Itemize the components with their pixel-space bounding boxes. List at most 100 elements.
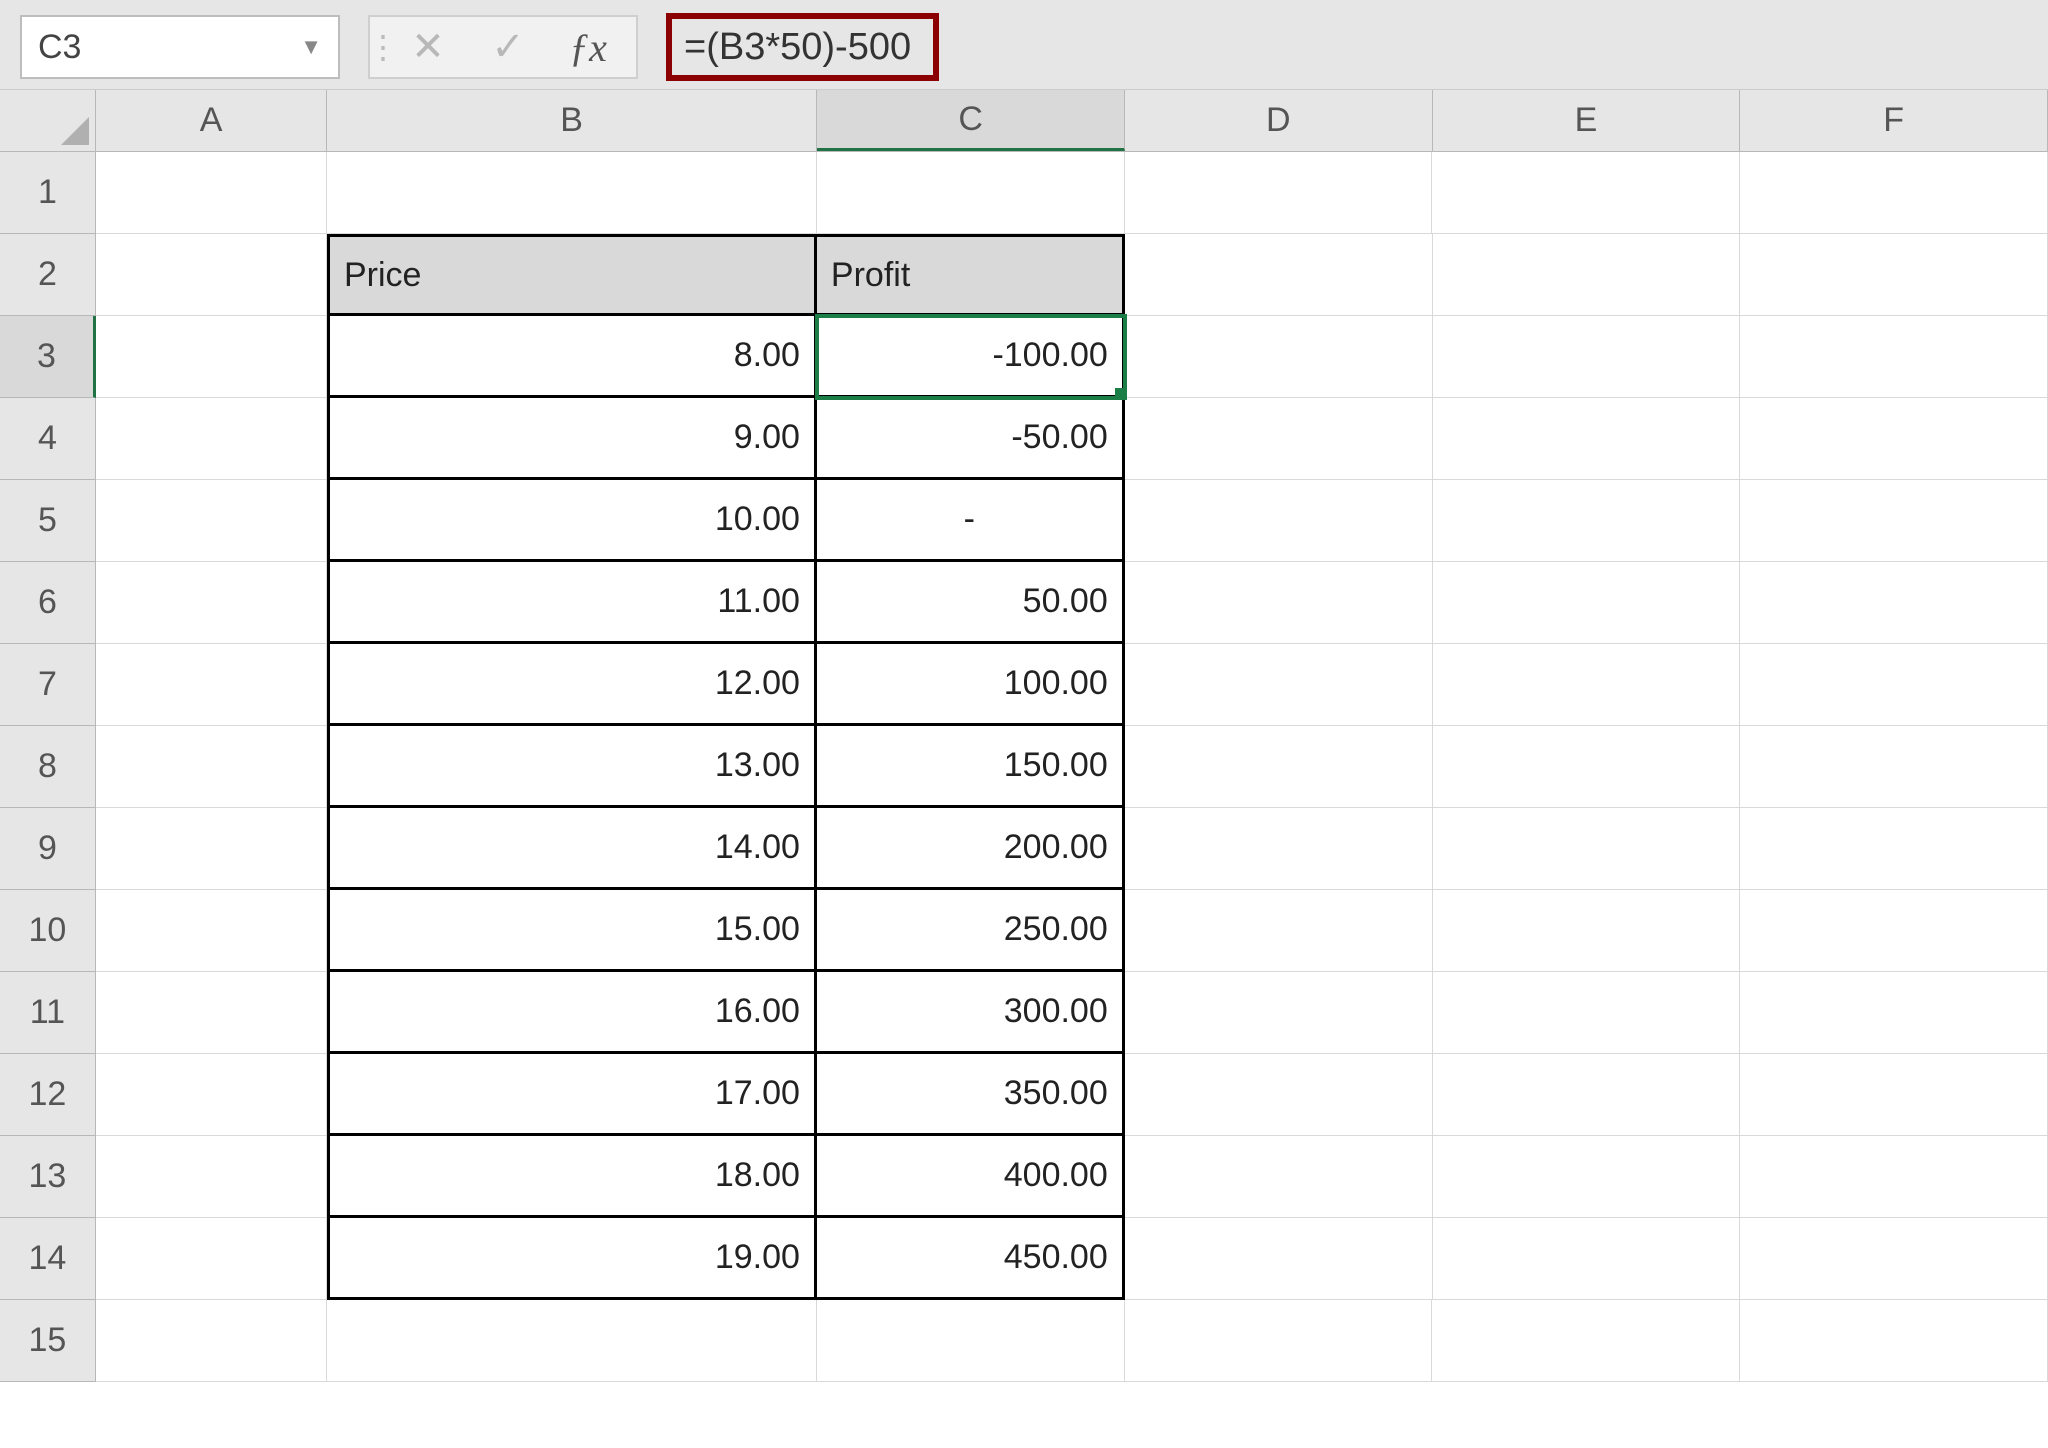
- cell-E13[interactable]: [1433, 1136, 1741, 1218]
- cell-D7[interactable]: [1125, 644, 1433, 726]
- cell-D8[interactable]: [1125, 726, 1433, 808]
- name-box[interactable]: C3 ▼: [20, 15, 340, 79]
- cell-D9[interactable]: [1125, 808, 1433, 890]
- cell-B15[interactable]: [327, 1300, 817, 1382]
- cell-F3[interactable]: [1740, 316, 2048, 398]
- cell-A9[interactable]: [96, 808, 327, 890]
- row-header-9[interactable]: 9: [0, 808, 96, 890]
- cell-B12[interactable]: 17.00: [327, 1054, 817, 1136]
- cell-F14[interactable]: [1740, 1218, 2048, 1300]
- cell-C5[interactable]: -: [817, 480, 1125, 562]
- cell-F2[interactable]: [1740, 234, 2048, 316]
- cell-D14[interactable]: [1125, 1218, 1433, 1300]
- cell-D4[interactable]: [1125, 398, 1433, 480]
- row-header-11[interactable]: 11: [0, 972, 96, 1054]
- cell-E6[interactable]: [1433, 562, 1741, 644]
- row-header-7[interactable]: 7: [0, 644, 96, 726]
- cell-B13[interactable]: 18.00: [327, 1136, 817, 1218]
- cell-D6[interactable]: [1125, 562, 1433, 644]
- cell-B3[interactable]: 8.00: [327, 316, 817, 398]
- cell-B4[interactable]: 9.00: [327, 398, 817, 480]
- chevron-down-icon[interactable]: ▼: [300, 34, 322, 60]
- cell-A12[interactable]: [96, 1054, 327, 1136]
- cell-A3[interactable]: [96, 316, 327, 398]
- cell-C6[interactable]: 50.00: [817, 562, 1125, 644]
- cell-B14[interactable]: 19.00: [327, 1218, 817, 1300]
- row-header-4[interactable]: 4: [0, 398, 96, 480]
- row-header-1[interactable]: 1: [0, 152, 96, 234]
- cell-C3[interactable]: -100.00: [817, 316, 1125, 398]
- cell-C7[interactable]: 100.00: [817, 644, 1125, 726]
- cell-C8[interactable]: 150.00: [817, 726, 1125, 808]
- cell-B9[interactable]: 14.00: [327, 808, 817, 890]
- cell-F1[interactable]: [1740, 152, 2048, 234]
- row-header-14[interactable]: 14: [0, 1218, 96, 1300]
- cell-F15[interactable]: [1740, 1300, 2048, 1382]
- cell-D11[interactable]: [1125, 972, 1433, 1054]
- cell-E4[interactable]: [1433, 398, 1741, 480]
- cell-E14[interactable]: [1433, 1218, 1741, 1300]
- cell-C14[interactable]: 450.00: [817, 1218, 1125, 1300]
- cell-C13[interactable]: 400.00: [817, 1136, 1125, 1218]
- cell-E1[interactable]: [1432, 152, 1740, 234]
- cell-C1[interactable]: [817, 152, 1125, 234]
- cell-F13[interactable]: [1740, 1136, 2048, 1218]
- cell-A14[interactable]: [96, 1218, 327, 1300]
- cell-E12[interactable]: [1433, 1054, 1741, 1136]
- cell-B5[interactable]: 10.00: [327, 480, 817, 562]
- cell-B11[interactable]: 16.00: [327, 972, 817, 1054]
- formula-input[interactable]: =(B3*50)-500: [684, 26, 911, 69]
- cell-E7[interactable]: [1433, 644, 1741, 726]
- cell-F8[interactable]: [1740, 726, 2048, 808]
- row-header-10[interactable]: 10: [0, 890, 96, 972]
- cell-F10[interactable]: [1740, 890, 2048, 972]
- cell-B8[interactable]: 13.00: [327, 726, 817, 808]
- cell-A7[interactable]: [96, 644, 327, 726]
- cell-C2[interactable]: Profit: [817, 234, 1125, 316]
- cell-D5[interactable]: [1125, 480, 1433, 562]
- row-header-12[interactable]: 12: [0, 1054, 96, 1136]
- cell-A2[interactable]: [96, 234, 327, 316]
- cell-E8[interactable]: [1433, 726, 1741, 808]
- cell-D10[interactable]: [1125, 890, 1433, 972]
- cell-F4[interactable]: [1740, 398, 2048, 480]
- cell-E2[interactable]: [1433, 234, 1741, 316]
- cell-A6[interactable]: [96, 562, 327, 644]
- cell-C4[interactable]: -50.00: [817, 398, 1125, 480]
- cell-A13[interactable]: [96, 1136, 327, 1218]
- cell-D12[interactable]: [1125, 1054, 1433, 1136]
- cell-D3[interactable]: [1125, 316, 1433, 398]
- cell-A4[interactable]: [96, 398, 327, 480]
- cell-F6[interactable]: [1740, 562, 2048, 644]
- col-header-A[interactable]: A: [96, 90, 327, 151]
- cell-C10[interactable]: 250.00: [817, 890, 1125, 972]
- cell-C12[interactable]: 350.00: [817, 1054, 1125, 1136]
- cell-E9[interactable]: [1433, 808, 1741, 890]
- cell-B7[interactable]: 12.00: [327, 644, 817, 726]
- cell-B2[interactable]: Price: [327, 234, 817, 316]
- fx-icon[interactable]: ƒx: [548, 17, 628, 77]
- cell-D13[interactable]: [1125, 1136, 1433, 1218]
- cell-A8[interactable]: [96, 726, 327, 808]
- cell-C11[interactable]: 300.00: [817, 972, 1125, 1054]
- cell-E11[interactable]: [1433, 972, 1741, 1054]
- cell-F5[interactable]: [1740, 480, 2048, 562]
- cell-F7[interactable]: [1740, 644, 2048, 726]
- cell-A11[interactable]: [96, 972, 327, 1054]
- cell-A15[interactable]: [96, 1300, 327, 1382]
- cell-B6[interactable]: 11.00: [327, 562, 817, 644]
- enter-icon[interactable]: ✓: [468, 17, 548, 77]
- cell-D1[interactable]: [1125, 152, 1433, 234]
- cell-C9[interactable]: 200.00: [817, 808, 1125, 890]
- cell-F11[interactable]: [1740, 972, 2048, 1054]
- cell-E3[interactable]: [1433, 316, 1741, 398]
- cell-E15[interactable]: [1432, 1300, 1740, 1382]
- row-header-15[interactable]: 15: [0, 1300, 96, 1382]
- cell-C15[interactable]: [817, 1300, 1125, 1382]
- cell-D15[interactable]: [1125, 1300, 1433, 1382]
- col-header-E[interactable]: E: [1433, 90, 1741, 151]
- cancel-icon[interactable]: ✕: [388, 17, 468, 77]
- row-header-5[interactable]: 5: [0, 480, 96, 562]
- cell-B10[interactable]: 15.00: [327, 890, 817, 972]
- row-header-8[interactable]: 8: [0, 726, 96, 808]
